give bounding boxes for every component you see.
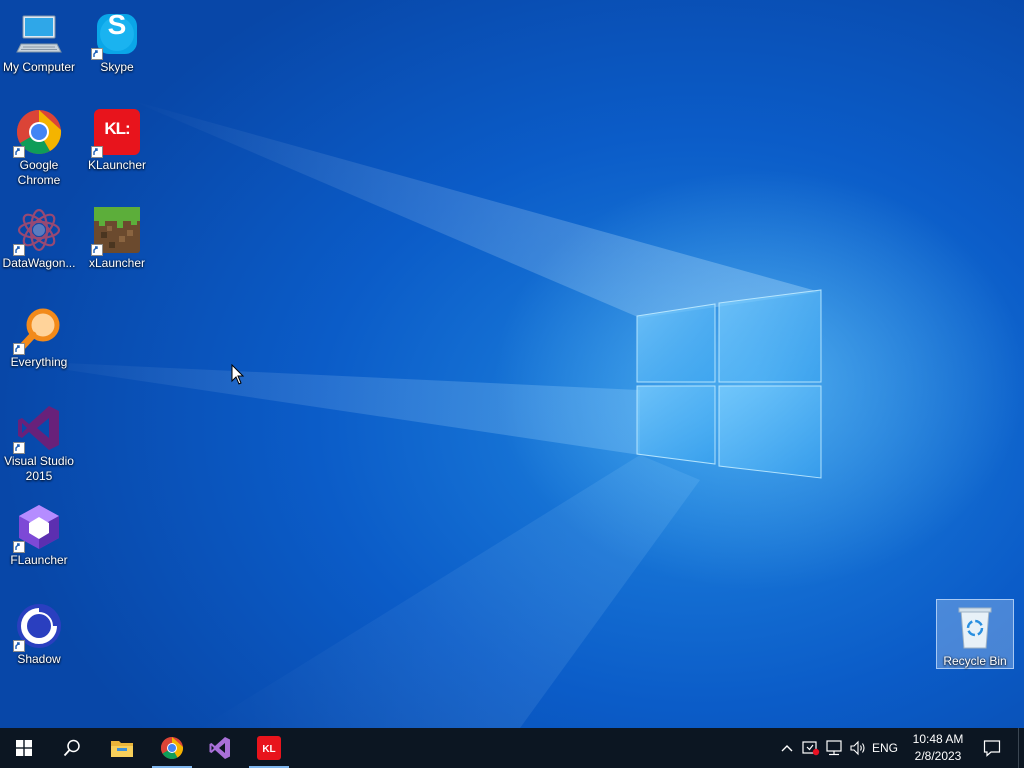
chevron-up-icon xyxy=(781,745,793,752)
tray-clock[interactable]: 10:48 AM 2/8/2023 xyxy=(906,731,970,765)
desktop-icon-datawagon[interactable]: DataWagon... xyxy=(0,202,78,271)
shortcut-arrow-icon xyxy=(91,146,103,158)
taskbar-klauncher[interactable]: KL xyxy=(245,728,293,768)
desktop-icon-shadow[interactable]: Shadow xyxy=(0,598,78,667)
shortcut-arrow-icon xyxy=(13,640,25,652)
klauncher-icon: KL: xyxy=(91,108,141,158)
shadow-icon xyxy=(13,602,63,652)
shortcut-arrow-icon xyxy=(13,146,25,158)
tray-network-button[interactable] xyxy=(825,728,845,768)
shortcut-arrow-icon xyxy=(91,48,103,60)
desktop-icon-label: Visual Studio 2015 xyxy=(4,454,74,483)
taskbar-file-explorer[interactable] xyxy=(98,728,146,768)
show-desktop-button[interactable] xyxy=(1018,728,1024,768)
xlauncher-icon xyxy=(91,206,141,256)
klauncher-glyph: KL: xyxy=(104,119,130,138)
folder-icon xyxy=(111,741,133,757)
desktop-icon-label: Google Chrome xyxy=(17,158,61,187)
taskbar-chrome[interactable] xyxy=(148,728,196,768)
desktop-icon-label: xLauncher xyxy=(88,256,146,270)
desktop-icon-label: Recycle Bin xyxy=(943,654,1007,668)
everything-icon xyxy=(13,305,63,355)
desktop-icon-label: My Computer xyxy=(2,60,76,74)
skype-icon: S xyxy=(91,9,141,60)
visual-studio-icon xyxy=(13,404,63,454)
klauncher-icon: KL xyxy=(257,736,281,760)
security-icon xyxy=(802,741,820,756)
mouse-cursor xyxy=(231,364,245,385)
desktop-icon-label: FLauncher xyxy=(10,553,68,567)
volume-icon xyxy=(850,740,865,756)
desktop-icon-everything[interactable]: Everything xyxy=(0,301,78,370)
desktop-icon-xlauncher[interactable]: xLauncher xyxy=(78,202,156,271)
clock-date: 2/8/2023 xyxy=(914,749,962,763)
shortcut-arrow-icon xyxy=(13,244,25,256)
taskbar-visual-studio[interactable] xyxy=(196,728,244,768)
computer-icon xyxy=(15,10,63,58)
input-language-indicator[interactable]: ENG xyxy=(872,728,898,768)
shortcut-arrow-icon xyxy=(13,343,25,355)
desktop-icon-recycle-bin[interactable]: Recycle Bin xyxy=(936,599,1014,669)
chrome-icon xyxy=(161,737,184,759)
datawagon-icon xyxy=(13,206,63,256)
windows-logo-wallpaper xyxy=(636,289,822,479)
tray-show-hidden-button[interactable] xyxy=(778,728,796,768)
tray-security-button[interactable] xyxy=(801,728,821,768)
desktop-icon-label: DataWagon... xyxy=(2,256,76,270)
flauncher-icon xyxy=(13,503,63,553)
network-icon xyxy=(826,740,842,756)
desktop-icon-label: Skype xyxy=(100,60,134,74)
tray-volume-button[interactable] xyxy=(848,728,868,768)
taskbar: KL ENG 10:48 AM 2/8/2023 xyxy=(0,728,1024,768)
skype-glyph: S xyxy=(107,9,127,40)
desktop-icon-visual-studio-2015[interactable]: Visual Studio 2015 xyxy=(0,400,78,484)
search-icon xyxy=(63,739,80,757)
recycle-bin-icon xyxy=(951,604,999,652)
svg-text:KL: KL xyxy=(262,744,275,755)
desktop-icon-label: Shadow xyxy=(17,652,61,666)
notification-icon xyxy=(983,740,1001,757)
desktop-icon-flauncher[interactable]: FLauncher xyxy=(0,499,78,568)
clock-time: 10:48 AM xyxy=(912,732,964,746)
desktop-icon-my-computer[interactable]: My Computer xyxy=(0,6,78,75)
shortcut-arrow-icon xyxy=(13,541,25,553)
chrome-icon xyxy=(13,108,63,158)
desktop-icon-klauncher[interactable]: KL: KLauncher xyxy=(78,104,156,173)
visual-studio-icon xyxy=(209,737,230,759)
desktop-background[interactable]: My Computer S Skype Google Chrome KL: KL… xyxy=(0,0,1024,728)
desktop-icon-label: KLauncher xyxy=(87,158,147,172)
search-button[interactable] xyxy=(48,728,96,768)
desktop-icon-skype[interactable]: S Skype xyxy=(78,6,156,75)
shortcut-arrow-icon xyxy=(13,442,25,454)
action-center-button[interactable] xyxy=(980,728,1004,768)
desktop-icon-google-chrome[interactable]: Google Chrome xyxy=(0,104,78,188)
windows-start-icon xyxy=(16,740,32,756)
start-button[interactable] xyxy=(0,728,48,768)
shortcut-arrow-icon xyxy=(91,244,103,256)
desktop-icon-label: Everything xyxy=(10,355,68,369)
